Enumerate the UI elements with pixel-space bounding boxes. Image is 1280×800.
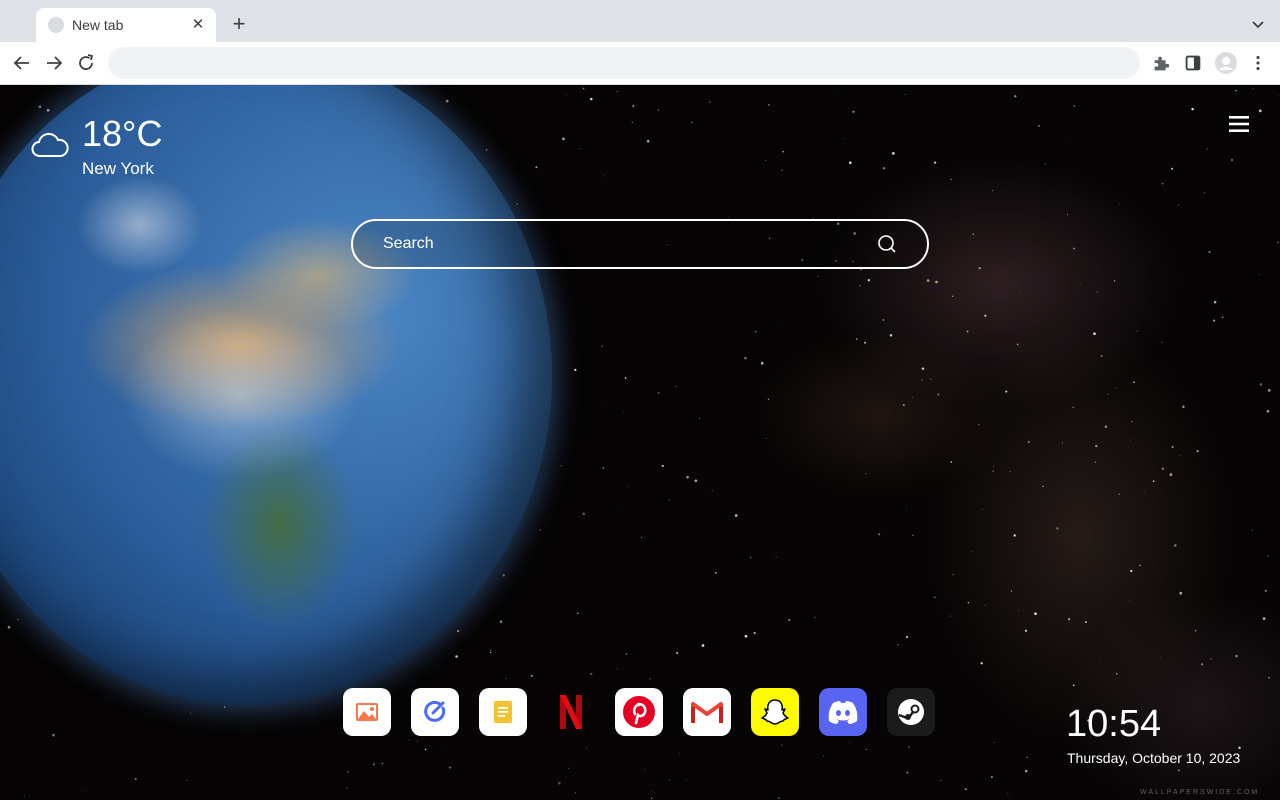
netflix-icon	[560, 695, 582, 729]
back-arrow-icon[interactable]	[10, 51, 34, 75]
app-notes-button[interactable]	[479, 688, 527, 736]
gmail-icon	[691, 702, 723, 723]
side-panel-icon[interactable]	[1182, 52, 1204, 74]
extensions-puzzle-icon[interactable]	[1150, 52, 1172, 74]
search-icon[interactable]	[877, 234, 897, 254]
app-discord-button[interactable]	[819, 688, 867, 736]
clock-time: 10:54	[1066, 703, 1162, 745]
app-photos-button[interactable]	[343, 688, 391, 736]
reload-icon[interactable]	[74, 51, 98, 75]
steam-icon	[898, 699, 924, 725]
app-gmail-button[interactable]	[683, 688, 731, 736]
clock-date: Thursday, October 10, 2023	[1067, 750, 1241, 766]
app-netflix-button[interactable]	[547, 688, 595, 736]
browser-toolbar	[0, 42, 1280, 85]
tab-favicon-icon	[48, 17, 64, 33]
more-menu-icon[interactable]	[1247, 52, 1269, 74]
app-snapchat-button[interactable]	[751, 688, 799, 736]
tab-strip: New tab ✕ +	[0, 0, 1280, 42]
tab-close-icon[interactable]: ✕	[188, 15, 208, 35]
search-input[interactable]	[383, 221, 863, 267]
wallpaper-watermark: WALLPAPERSWIDE.COM	[1140, 789, 1260, 796]
cloud-icon	[31, 132, 69, 157]
temperature: 18°C	[82, 113, 163, 154]
check-circle-icon	[424, 700, 446, 722]
app-pinterest-button[interactable]	[615, 688, 663, 736]
forward-arrow-icon[interactable]	[42, 51, 66, 75]
city-name: New York	[82, 159, 154, 178]
image-icon	[356, 703, 378, 721]
address-bar[interactable]	[108, 47, 1140, 79]
hamburger-menu-icon[interactable]	[1228, 115, 1250, 133]
new-tab-button[interactable]: +	[228, 13, 250, 35]
search-box	[351, 219, 929, 269]
profile-avatar-icon[interactable]	[1214, 51, 1238, 75]
app-steam-button[interactable]	[887, 688, 935, 736]
discord-icon	[828, 701, 858, 724]
tab-new-tab[interactable]: New tab ✕	[36, 8, 216, 42]
app-tasks-button[interactable]	[411, 688, 459, 736]
snapchat-icon	[761, 699, 789, 725]
pinterest-icon	[623, 696, 655, 728]
tab-search-chevron-icon[interactable]	[1248, 14, 1268, 34]
note-icon	[494, 701, 512, 723]
new-tab-page: 18°C New York Search 10:54 Thursday, Oct…	[0, 85, 1280, 800]
tab-title: New tab	[72, 17, 124, 33]
